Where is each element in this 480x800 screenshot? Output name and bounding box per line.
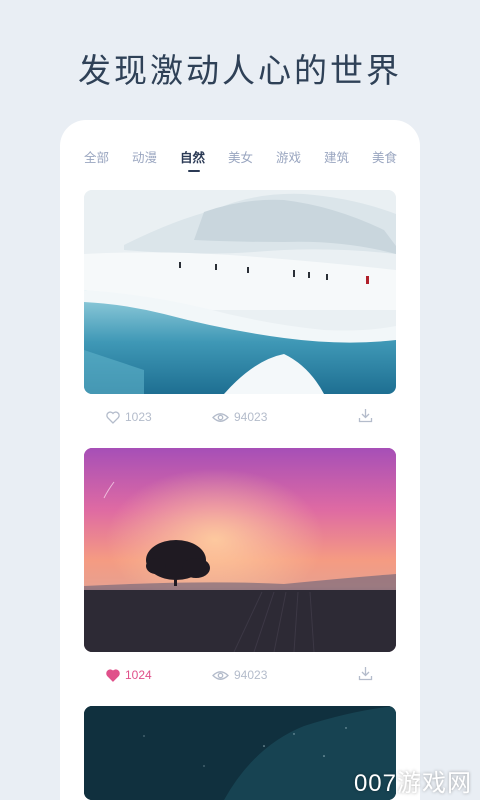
tab-games[interactable]: 游戏 xyxy=(276,148,324,178)
heart-icon xyxy=(106,410,120,424)
eye-icon xyxy=(212,412,229,422)
tab-label: 全部 xyxy=(84,150,110,165)
tab-label: 自然 xyxy=(180,150,206,165)
like-button[interactable]: 1023 xyxy=(106,410,152,424)
tab-nature[interactable]: 自然 xyxy=(180,148,228,178)
tab-beauty[interactable]: 美女 xyxy=(228,148,276,178)
tab-label: 建筑 xyxy=(324,150,350,165)
download-button[interactable] xyxy=(358,666,373,681)
download-button[interactable] xyxy=(358,408,373,423)
app-card: 全部 动漫 自然 美女 游戏 建筑 美食 1023 94023 1024 940… xyxy=(60,120,420,800)
headline: 发现激动人心的世界 xyxy=(78,51,402,90)
category-tabs: 全部 动漫 自然 美女 游戏 建筑 美食 xyxy=(84,148,420,178)
tab-label: 美女 xyxy=(228,150,254,165)
post-actions: 1024 94023 xyxy=(84,652,396,702)
tab-label: 游戏 xyxy=(276,150,302,165)
night-sky-scene xyxy=(84,706,396,800)
download-icon xyxy=(358,667,373,681)
wallpaper-card: 1024 94023 xyxy=(84,448,396,702)
tab-label: 美食 xyxy=(372,150,398,165)
wallpaper-card: 1023 94023 xyxy=(84,190,396,444)
like-button[interactable]: 1024 xyxy=(106,668,152,682)
eye-icon xyxy=(212,670,229,680)
sunset-scene xyxy=(84,448,396,652)
glacier-scene xyxy=(84,190,396,394)
site-watermark: 007游戏网 xyxy=(353,770,472,797)
view-count-group: 94023 xyxy=(212,410,267,424)
wallpaper-image[interactable] xyxy=(84,706,396,800)
tab-all[interactable]: 全部 xyxy=(84,148,132,178)
post-actions: 1023 94023 xyxy=(84,394,396,444)
like-count: 1024 xyxy=(125,668,152,682)
tab-anime[interactable]: 动漫 xyxy=(132,148,180,178)
tab-food[interactable]: 美食 xyxy=(372,148,420,178)
tab-architecture[interactable]: 建筑 xyxy=(324,148,372,178)
wallpaper-card xyxy=(84,706,396,800)
view-count-group: 94023 xyxy=(212,668,267,682)
tab-label: 动漫 xyxy=(132,150,158,165)
wallpaper-image[interactable] xyxy=(84,448,396,652)
view-count: 94023 xyxy=(234,668,268,682)
heart-filled-icon xyxy=(106,668,120,682)
wallpaper-image[interactable] xyxy=(84,190,396,394)
active-tab-indicator xyxy=(188,170,200,172)
view-count: 94023 xyxy=(234,410,268,424)
download-icon xyxy=(358,409,373,423)
like-count: 1023 xyxy=(125,410,152,424)
